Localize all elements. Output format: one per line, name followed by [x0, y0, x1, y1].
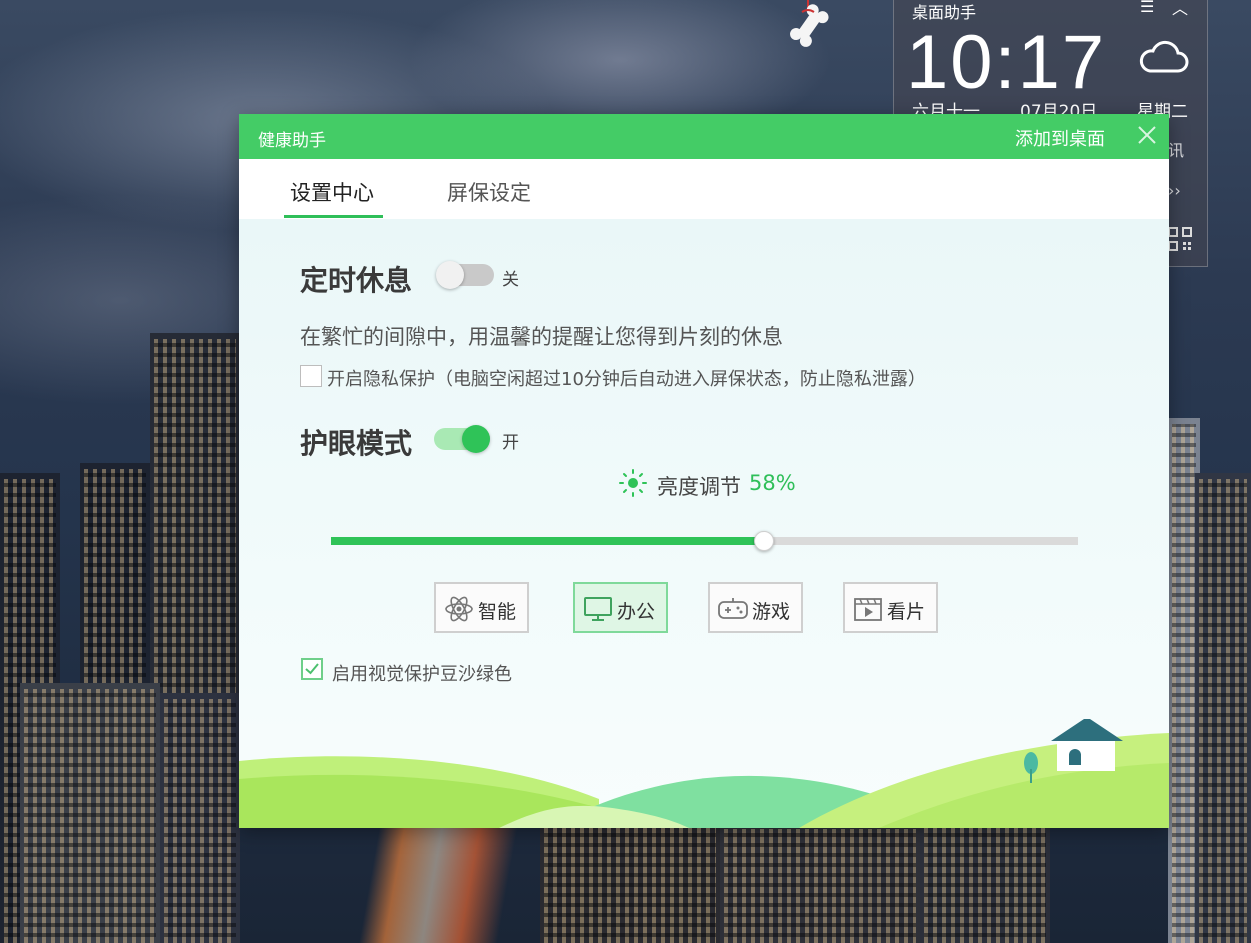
mode-label: 游戏 — [752, 601, 791, 623]
toggle-knob — [462, 425, 490, 453]
green-background-checkbox[interactable] — [301, 658, 323, 680]
monitor-icon — [584, 597, 612, 621]
gamepad-icon — [718, 598, 748, 619]
eye-care-state: 开 — [502, 433, 519, 453]
slider-fill — [331, 537, 765, 545]
eye-care-toggle[interactable] — [434, 425, 490, 453]
mode-office-button[interactable]: 办公 — [573, 582, 668, 633]
timed-rest-toggle[interactable] — [436, 261, 494, 289]
tab-bar: 设置中心 屏保设定 — [239, 159, 1169, 219]
mode-game-button[interactable]: 游戏 — [708, 582, 803, 633]
privacy-protection-label[interactable]: 开启隐私保护（电脑空闲超过10分钟后自动进入屏保状态，防止隐私泄露） — [327, 365, 926, 391]
dialog-titlebar[interactable]: 健康助手 添加到桌面 — [239, 114, 1169, 159]
timed-rest-title: 定时休息 — [300, 264, 413, 297]
mode-label: 办公 — [617, 601, 656, 623]
add-to-desktop-button[interactable]: 添加到桌面 — [1015, 125, 1105, 151]
brightness-value: 58% — [749, 471, 796, 495]
mode-label: 智能 — [478, 601, 517, 623]
film-icon — [854, 598, 882, 621]
menu-icon[interactable]: ☰ — [1140, 0, 1154, 16]
brightness-icon — [619, 469, 647, 497]
timed-rest-description: 在繁忙的间隙中，用温馨的提醒让您得到片刻的休息 — [300, 325, 783, 349]
building — [720, 823, 920, 943]
settings-content: 定时休息 关 在繁忙的间隙中，用温馨的提醒让您得到片刻的休息 开启隐私保护（电脑… — [239, 219, 1169, 828]
house-icon — [1051, 719, 1123, 771]
building — [540, 813, 720, 943]
atom-icon — [445, 596, 473, 622]
active-tab-indicator — [284, 215, 383, 218]
toggle-knob — [436, 261, 464, 289]
cloud-icon — [1139, 40, 1189, 73]
brightness-slider[interactable] — [331, 531, 1078, 551]
tab-settings-center[interactable]: 设置中心 — [290, 177, 374, 207]
dialog-title: 健康助手 — [258, 131, 326, 151]
health-assistant-dialog: 健康助手 添加到桌面 设置中心 屏保设定 定时休息 关 在繁忙的间隙中，用温馨的… — [239, 114, 1169, 828]
qr-code-icon[interactable] — [1168, 227, 1192, 251]
tab-screensaver-settings[interactable]: 屏保设定 — [447, 177, 531, 207]
chevron-up-icon[interactable]: ︿ — [1172, 0, 1188, 19]
slider-thumb[interactable] — [754, 531, 775, 551]
privacy-protection-checkbox[interactable] — [300, 365, 322, 387]
building — [20, 683, 160, 943]
close-icon[interactable] — [1135, 123, 1159, 147]
building — [1195, 473, 1251, 943]
green-background-label[interactable]: 启用视觉保护豆沙绿色 — [332, 660, 512, 686]
eye-care-title: 护眼模式 — [300, 427, 413, 460]
clock-time: 10:17 — [906, 20, 1107, 105]
building — [160, 693, 240, 943]
bone-decoration-icon[interactable] — [786, 0, 832, 48]
chevron-right-icon[interactable]: ›› — [1168, 181, 1181, 200]
widget-side-char[interactable]: 讯 — [1168, 137, 1184, 161]
checkmark-icon — [305, 663, 319, 675]
highway-lights — [330, 823, 560, 943]
brightness-label: 亮度调节 — [657, 475, 741, 499]
mode-movie-button[interactable]: 看片 — [843, 582, 938, 633]
hills-illustration — [239, 719, 1169, 828]
mode-label: 看片 — [887, 601, 926, 623]
mode-smart-button[interactable]: 智能 — [434, 582, 529, 633]
timed-rest-state: 关 — [502, 270, 519, 290]
